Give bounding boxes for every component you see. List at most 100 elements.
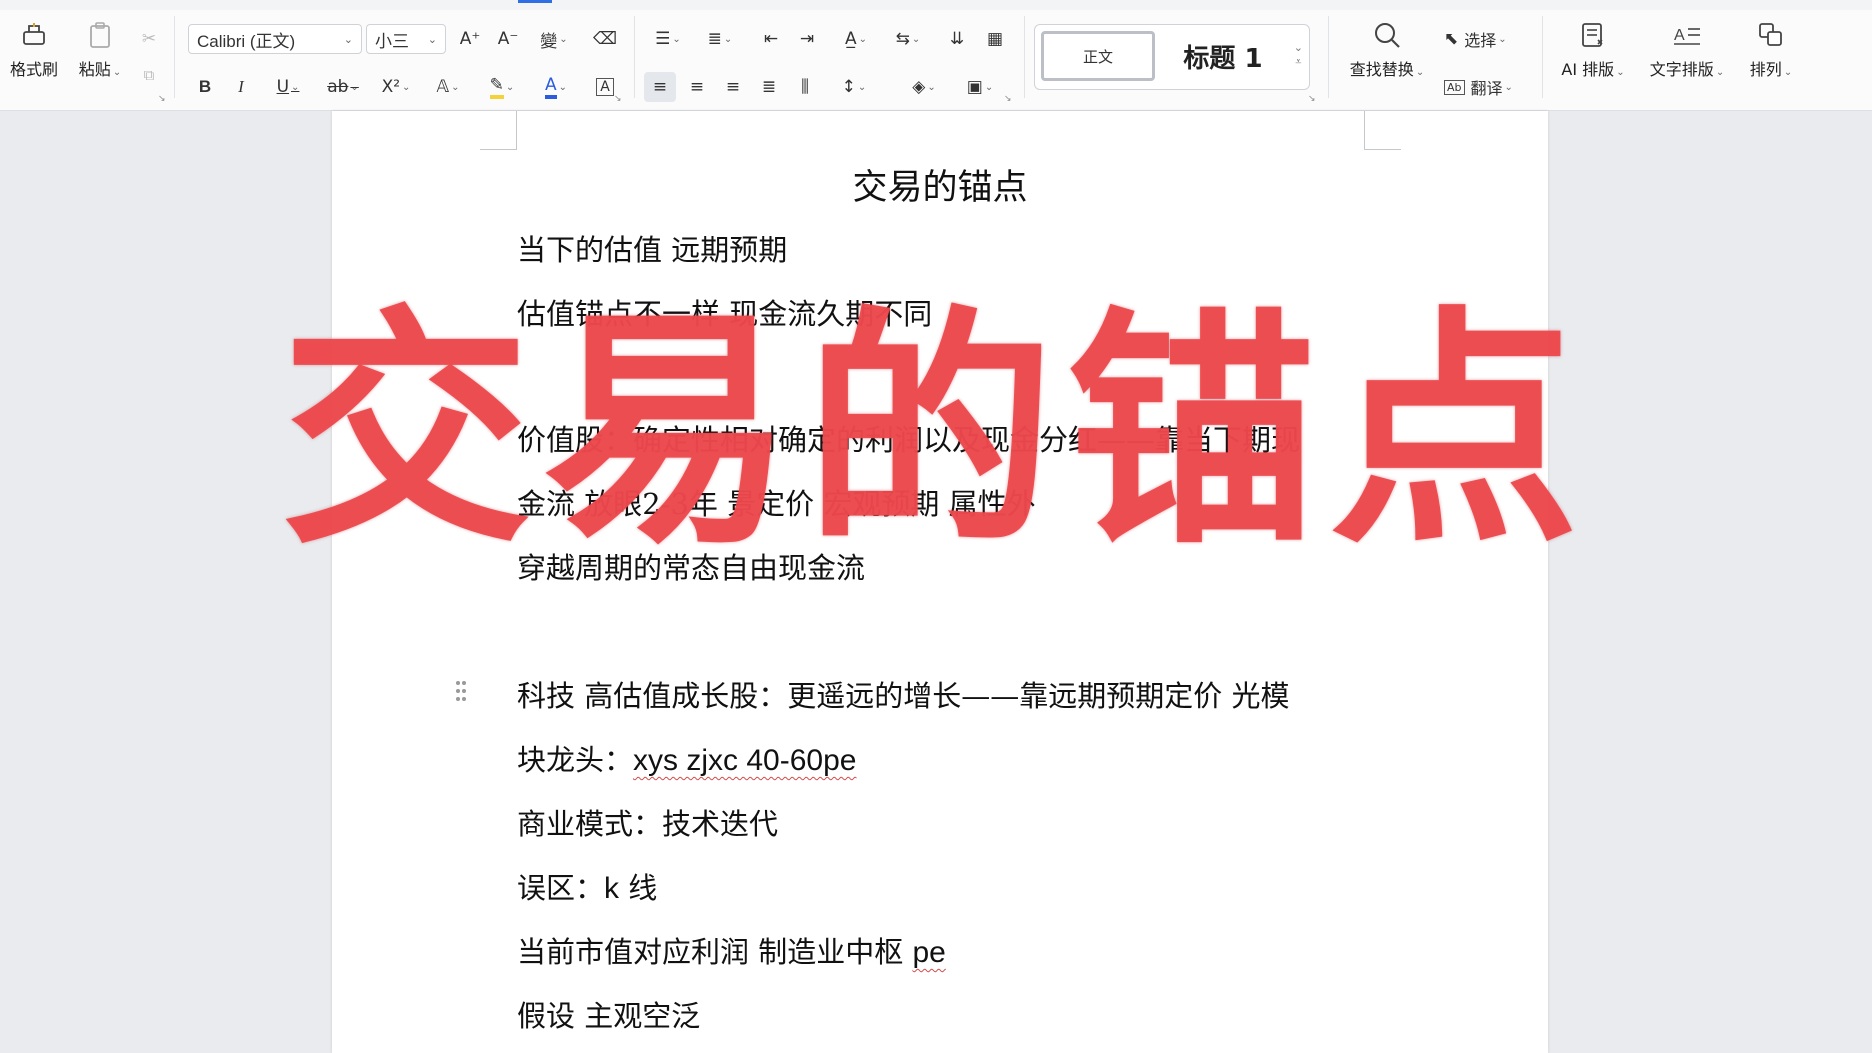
arrange-button[interactable]: 排列 ⌄ bbox=[1742, 14, 1800, 80]
strikethrough-button[interactable]: ab ⌄ bbox=[320, 72, 366, 102]
font-color-icon[interactable]: A ⌄ bbox=[534, 72, 578, 102]
style-normal-label: 正文 bbox=[1082, 47, 1113, 66]
superscript-label: X² bbox=[381, 77, 401, 97]
paragraph-text: 当前市值对应利润 制造业中枢 bbox=[517, 935, 913, 969]
text-layout-icon: A bbox=[1642, 14, 1732, 56]
latin-text: pe bbox=[912, 936, 946, 969]
translate-icon: Ab bbox=[1444, 79, 1465, 95]
underline-button[interactable]: U ⌄ bbox=[266, 72, 310, 102]
underline-label: U bbox=[276, 77, 290, 97]
ribbon-toolbar: 格式刷 粘贴 ⌄ ✂ ⧉ ↘ Calibri (正文) ⌄ 小三 ⌄ A⁺ A⁻ 變 ⌄… bbox=[0, 10, 1872, 111]
font-size-select[interactable]: 小三 ⌄ bbox=[366, 24, 446, 54]
cut-icon[interactable]: ✂ bbox=[136, 24, 162, 54]
text-effect-icon[interactable]: 𝔸 ⌄ bbox=[428, 72, 468, 102]
paragraph[interactable]: 块龙头：xys zjxc 40-60pe bbox=[517, 737, 856, 779]
paste-button[interactable]: 粘贴 ⌄ bbox=[72, 14, 128, 80]
sort-icon[interactable]: ⇆ ⌄ bbox=[888, 24, 928, 54]
search-icon bbox=[1340, 14, 1434, 56]
page-crop-mark bbox=[1364, 111, 1401, 150]
style-heading-1[interactable]: 标题 1 bbox=[1163, 31, 1283, 81]
align-center-icon[interactable]: ≡ bbox=[682, 72, 712, 102]
phonetic-guide-icon[interactable]: 變 ⌄ bbox=[532, 24, 576, 54]
select-label: 选择 bbox=[1464, 31, 1497, 50]
paste-label: 粘贴 bbox=[78, 60, 111, 79]
copy-icon[interactable]: ⧉ bbox=[136, 60, 162, 90]
ai-layout-icon bbox=[1554, 14, 1632, 56]
select-button[interactable]: ⬉ 选择 ⌄ bbox=[1444, 24, 1526, 54]
paragraph-text: 块龙头： bbox=[517, 743, 634, 777]
translate-button[interactable]: Ab 翻译 ⌄ bbox=[1444, 72, 1526, 102]
format-painter-icon bbox=[6, 14, 62, 56]
dialog-launcher-icon[interactable]: ↘ bbox=[614, 94, 622, 104]
overlay-caption: 交易的锚点 bbox=[281, 286, 1591, 577]
ai-layout-label: AI 排版 bbox=[1561, 60, 1615, 79]
ai-layout-button[interactable]: AI 排版 ⌄ bbox=[1554, 14, 1632, 80]
shading-icon[interactable]: ◈ ⌄ bbox=[904, 72, 944, 102]
chevron-down-icon: ⌄ bbox=[112, 67, 122, 78]
chevron-down-icon: ⌄ bbox=[427, 33, 437, 46]
arrange-icon bbox=[1742, 14, 1800, 56]
window-top-strip bbox=[0, 0, 1872, 10]
dialog-launcher-icon[interactable]: ↘ bbox=[158, 94, 166, 104]
paragraph[interactable]: 商业模式：技术迭代 bbox=[517, 801, 778, 843]
chevron-down-icon: ⌄ bbox=[1415, 67, 1425, 78]
arrange-label: 排列 bbox=[1749, 60, 1782, 79]
style-normal[interactable]: 正文 bbox=[1041, 31, 1155, 81]
paragraph[interactable]: 假设 主观空泛 bbox=[517, 993, 700, 1035]
translate-label: 翻译 bbox=[1470, 79, 1503, 98]
bullet-list-icon[interactable]: ☰ ⌄ bbox=[648, 24, 688, 54]
italic-button[interactable]: I bbox=[226, 72, 256, 102]
italic-label: I bbox=[238, 77, 244, 96]
numbered-list-icon[interactable]: ≣ ⌄ bbox=[700, 24, 740, 54]
styles-more-icon[interactable]: ⌄ ⩡ bbox=[1294, 41, 1303, 69]
justify-icon[interactable]: ≣ bbox=[754, 72, 784, 102]
highlight-icon[interactable]: ✎ ⌄ bbox=[480, 72, 524, 102]
paragraph-sort-icon[interactable]: ⇊ bbox=[942, 24, 972, 54]
superscript-button[interactable]: X² ⌄ bbox=[374, 72, 418, 102]
grow-font-label: A⁺ bbox=[459, 29, 481, 49]
paragraph[interactable]: 科技 高估值成长股：更遥远的增长——靠远期预期定价 光模 bbox=[517, 673, 1289, 715]
text-layout-button[interactable]: A 文字排版 ⌄ bbox=[1642, 14, 1732, 80]
drag-handle-icon[interactable] bbox=[456, 681, 468, 705]
chevron-down-icon: ⌄ bbox=[343, 33, 353, 46]
format-painter-button[interactable]: 格式刷 bbox=[6, 14, 62, 80]
text-layout-label: 文字排版 bbox=[1649, 60, 1714, 79]
shrink-font-label: A⁻ bbox=[497, 29, 519, 49]
paste-icon bbox=[72, 14, 128, 56]
clear-format-icon[interactable]: ⌫ bbox=[590, 24, 620, 54]
page-crop-mark bbox=[480, 111, 517, 150]
document-title[interactable]: 交易的锚点 bbox=[332, 159, 1548, 210]
align-right-icon[interactable]: ≡ bbox=[718, 72, 748, 102]
paragraph[interactable]: 误区：k 线 bbox=[517, 865, 657, 907]
bold-label: B bbox=[198, 77, 212, 96]
font-family-value: Calibri (正文) bbox=[197, 31, 296, 51]
find-replace-button[interactable]: 查找替换 ⌄ bbox=[1340, 14, 1434, 80]
strike-label: ab bbox=[327, 77, 349, 97]
active-tab-indicator bbox=[518, 0, 552, 3]
align-left-icon[interactable]: ≡ bbox=[644, 72, 676, 102]
find-replace-label: 查找替换 bbox=[1349, 60, 1414, 79]
format-painter-label: 格式刷 bbox=[9, 60, 58, 79]
document-page[interactable]: 交易的锚点 当下的估值 远期预期 估值锚点不一样 现金流久期不同 价值股：确定性… bbox=[332, 111, 1548, 1053]
show-marks-icon[interactable]: ▦ bbox=[980, 24, 1010, 54]
grow-font-button[interactable]: A⁺ bbox=[456, 24, 484, 54]
svg-text:A: A bbox=[1674, 27, 1685, 44]
borders-icon[interactable]: ▣ ⌄ bbox=[958, 72, 1002, 102]
ticker-text: xys zjxc 40-60pe bbox=[633, 744, 857, 777]
font-size-value: 小三 bbox=[375, 31, 409, 51]
increase-indent-icon[interactable]: ⇥ bbox=[792, 24, 822, 54]
font-family-select[interactable]: Calibri (正文) ⌄ bbox=[188, 24, 362, 54]
chevron-down-icon: ⌄ bbox=[1616, 67, 1625, 78]
styles-gallery: 正文 标题 1 ⌄ ⩡ bbox=[1034, 24, 1310, 90]
bold-button[interactable]: B bbox=[190, 72, 220, 102]
paragraph[interactable]: 当前市值对应利润 制造业中枢 pe bbox=[517, 929, 946, 971]
dialog-launcher-icon[interactable]: ↘ bbox=[1004, 94, 1012, 104]
dialog-launcher-icon[interactable]: ↘ bbox=[1308, 94, 1316, 104]
shrink-font-button[interactable]: A⁻ bbox=[494, 24, 522, 54]
style-heading-1-label: 标题 1 bbox=[1183, 43, 1263, 74]
paragraph[interactable]: 当下的估值 远期预期 bbox=[517, 227, 787, 269]
line-spacing-icon[interactable]: ↕ ⌄ bbox=[832, 72, 876, 102]
text-direction-icon[interactable]: A̲ ⌄ bbox=[836, 24, 876, 54]
decrease-indent-icon[interactable]: ⇤ bbox=[756, 24, 786, 54]
distributed-icon[interactable]: ⫼ bbox=[790, 72, 820, 102]
